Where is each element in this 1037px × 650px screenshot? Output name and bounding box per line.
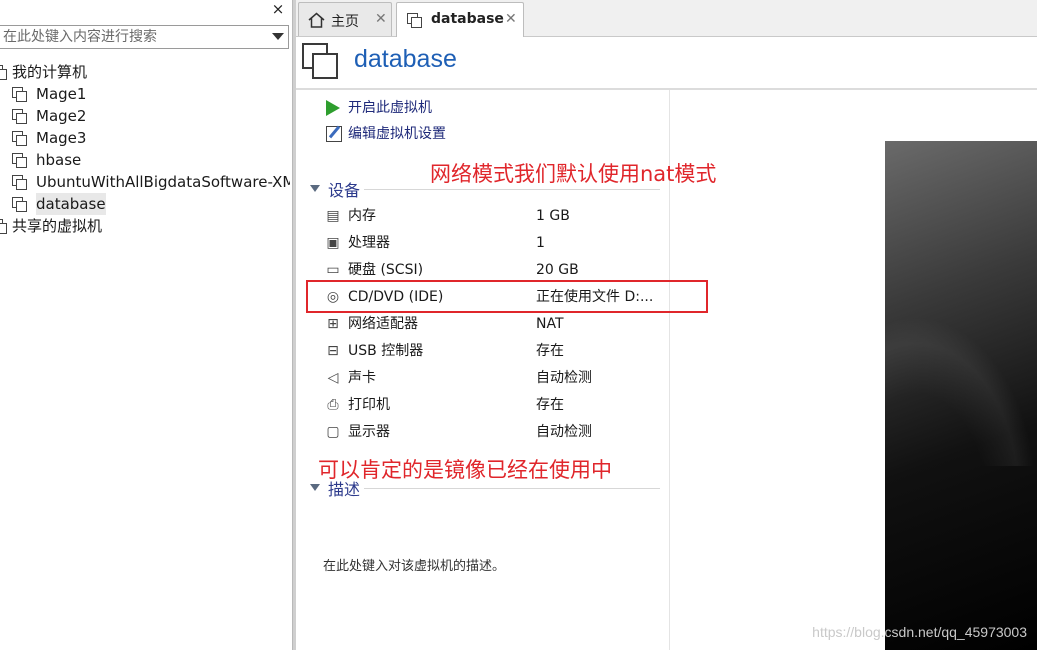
library-close-button[interactable]: × bbox=[270, 0, 286, 18]
device-value: 存在 bbox=[536, 397, 564, 413]
memory-icon: ▤ bbox=[326, 208, 340, 224]
vm-title: database bbox=[354, 45, 457, 73]
search-dropdown-icon[interactable] bbox=[272, 33, 284, 40]
device-name: USB 控制器 bbox=[348, 343, 424, 359]
device-name: 显示器 bbox=[348, 424, 390, 440]
vm-console-preview[interactable] bbox=[885, 141, 1037, 650]
monitor-icon: ▢ bbox=[326, 424, 340, 440]
device-row-hard-disk[interactable]: ▭ 硬盘 (SCSI) 20 GB bbox=[324, 258, 664, 282]
tab-bar: 主页 ✕ database ✕ bbox=[296, 0, 1037, 37]
annotation-network-note: 网络模式我们默认使用nat模式 bbox=[430, 162, 717, 186]
action-label: 开启此虚拟机 bbox=[348, 100, 432, 116]
device-name: 处理器 bbox=[348, 235, 390, 251]
vm-icon bbox=[12, 175, 27, 190]
computer-icon bbox=[0, 65, 7, 80]
device-value: 20 GB bbox=[536, 262, 579, 278]
watermark: https://blog.csdn.net/qq_45973003 bbox=[812, 624, 1027, 640]
tree-item-label: Mage2 bbox=[36, 107, 87, 125]
device-row-memory[interactable]: ▤ 内存 1 GB bbox=[324, 204, 664, 228]
hard-disk-icon: ▭ bbox=[326, 262, 340, 278]
device-row-printer[interactable]: ⎙ 打印机 存在 bbox=[324, 393, 664, 417]
tab-home[interactable]: 主页 ✕ bbox=[298, 2, 392, 36]
vm-icon bbox=[12, 109, 27, 124]
tree-item-label: Mage1 bbox=[36, 85, 87, 103]
shared-vms-icon bbox=[0, 219, 7, 234]
device-value: NAT bbox=[536, 316, 564, 332]
tree-item-label: UbuntuWithAllBigdataSoftware-XM bbox=[36, 173, 290, 191]
tab-database[interactable]: database ✕ bbox=[396, 2, 524, 37]
play-icon bbox=[326, 100, 340, 116]
device-value: 1 bbox=[536, 235, 545, 251]
section-divider bbox=[364, 189, 660, 190]
preview-glow bbox=[885, 316, 1037, 466]
device-value: 自动检测 bbox=[536, 424, 592, 440]
vm-icon bbox=[12, 197, 27, 212]
device-row-display[interactable]: ▢ 显示器 自动检测 bbox=[324, 420, 664, 444]
action-label: 编辑虚拟机设置 bbox=[348, 126, 446, 142]
vm-large-icon bbox=[302, 43, 338, 79]
device-row-network-adapter[interactable]: ⊞ 网络适配器 NAT bbox=[324, 312, 664, 336]
network-adapter-icon: ⊞ bbox=[327, 316, 339, 332]
device-name: 网络适配器 bbox=[348, 316, 418, 332]
vm-icon bbox=[407, 13, 422, 28]
tab-label: 主页 bbox=[331, 14, 359, 30]
vm-icon bbox=[12, 153, 27, 168]
vm-icon bbox=[12, 131, 27, 146]
printer-icon: ⎙ bbox=[327, 397, 339, 413]
edit-settings-icon bbox=[326, 126, 342, 142]
tab-close-button[interactable]: ✕ bbox=[375, 11, 387, 27]
tab-close-button[interactable]: ✕ bbox=[505, 11, 517, 27]
tree-item-label: hbase bbox=[36, 151, 82, 169]
vm-icon bbox=[12, 87, 27, 102]
library-search-input[interactable] bbox=[3, 26, 265, 48]
device-value: 自动检测 bbox=[536, 370, 592, 386]
description-placeholder[interactable]: 在此处键入对该虚拟机的描述。 bbox=[323, 555, 505, 574]
tree-item-label: 我的计算机 bbox=[12, 63, 88, 81]
collapse-triangle-icon[interactable] bbox=[310, 185, 320, 192]
annotation-image-note: 可以肯定的是镜像已经在使用中 bbox=[318, 458, 612, 482]
library-search-box bbox=[0, 25, 289, 49]
collapse-triangle-icon[interactable] bbox=[310, 484, 320, 491]
device-name: 打印机 bbox=[348, 397, 390, 413]
section-divider bbox=[364, 488, 660, 489]
tree-item-label: 共享的虚拟机 bbox=[12, 217, 103, 235]
devices-heading: 设备 bbox=[328, 181, 361, 200]
annotation-highlight-box bbox=[306, 280, 708, 313]
usb-icon: ⊟ bbox=[327, 343, 339, 359]
device-name: 内存 bbox=[348, 208, 376, 224]
vm-summary-view: database 开启此虚拟机 编辑虚拟机设置 设备 ▤ 内存 1 GB ▣ 处… bbox=[296, 37, 1037, 650]
home-icon bbox=[308, 12, 325, 28]
tree-item-vm[interactable]: UbuntuWithAllBigdataSoftware-XM bbox=[12, 171, 290, 193]
device-row-sound-card[interactable]: ◁ 声卡 自动检测 bbox=[324, 366, 664, 390]
library-pane: × 我的计算机 Mage1 Mage2 Mage3 hbase UbuntuWi… bbox=[0, 0, 292, 650]
device-name: 硬盘 (SCSI) bbox=[348, 262, 424, 278]
device-value: 存在 bbox=[536, 343, 564, 359]
tree-item-label: database bbox=[36, 193, 106, 215]
device-name: 声卡 bbox=[348, 370, 376, 386]
speaker-icon: ◁ bbox=[327, 370, 339, 386]
tab-label: database bbox=[431, 11, 504, 27]
device-value: 1 GB bbox=[536, 208, 570, 224]
device-row-usb[interactable]: ⊟ USB 控制器 存在 bbox=[324, 339, 664, 363]
device-row-processor[interactable]: ▣ 处理器 1 bbox=[324, 231, 664, 255]
tree-item-label: Mage3 bbox=[36, 129, 87, 147]
cpu-icon: ▣ bbox=[326, 235, 340, 251]
